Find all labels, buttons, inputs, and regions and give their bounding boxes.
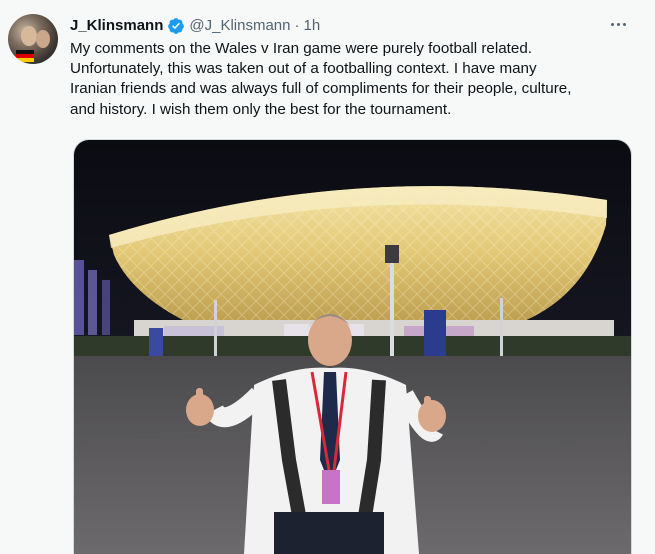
author-handle[interactable]: @J_Klinsmann [189,16,290,36]
tweet-header: J_Klinsmann @J_Klinsmann · 1h [70,16,320,36]
tweet: J_Klinsmann @J_Klinsmann · 1h My comment… [0,0,655,554]
separator-dot: · [294,17,300,34]
avatar-face-secondary [36,30,50,48]
avatar-face [21,26,37,46]
author-name[interactable]: J_Klinsmann [70,16,163,36]
flag-icon [16,50,34,62]
tweet-timestamp[interactable]: 1h [303,16,320,36]
author-avatar[interactable] [8,14,58,64]
tweet-photo[interactable] [73,139,632,554]
verified-badge-icon [167,17,185,35]
tweet-text: My comments on the Wales v Iran game wer… [70,40,572,118]
more-options-icon[interactable] [604,14,632,34]
